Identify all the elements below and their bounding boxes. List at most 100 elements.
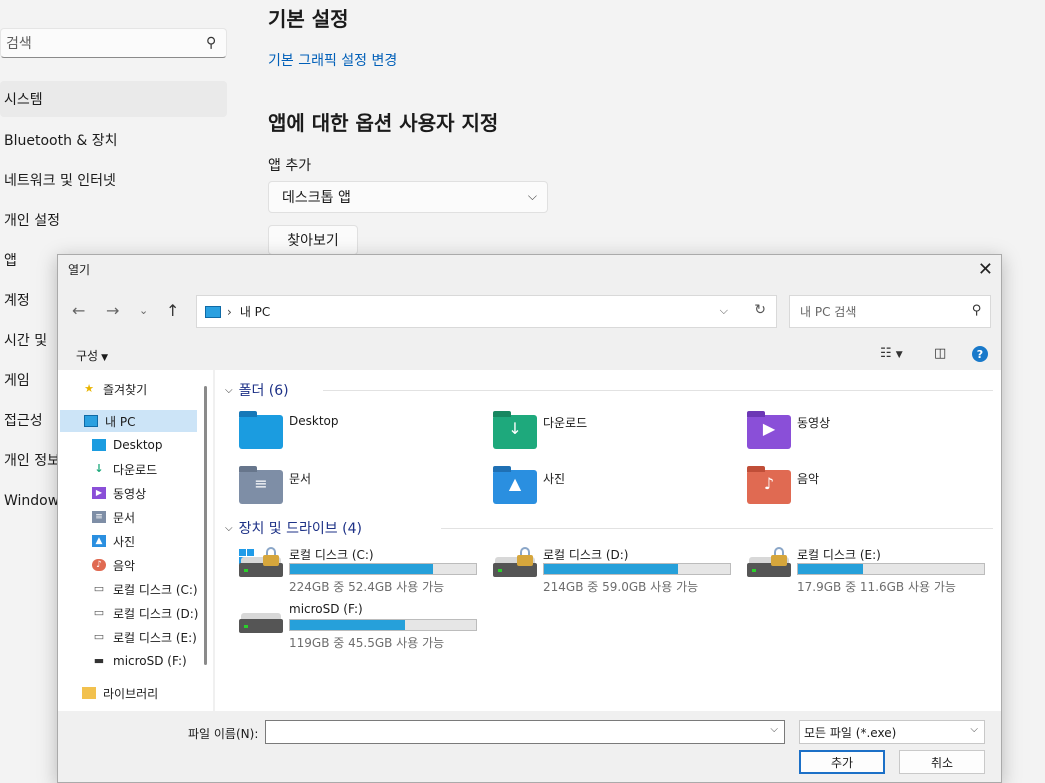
drive-icon: ▭ — [93, 606, 105, 619]
tree-scrollbar[interactable] — [204, 386, 207, 665]
tree-label: 문서 — [113, 510, 136, 525]
app-type-value: 데스크톱 앱 — [282, 190, 351, 206]
caret-down-icon: ▼ — [101, 353, 109, 363]
dialog-search-input[interactable]: 내 PC 검색 ⚲ — [789, 295, 991, 328]
tree-item-documents[interactable]: ≡ 문서 — [92, 506, 135, 528]
tree-item-libraries[interactable]: 라이브러리 — [82, 682, 158, 704]
desktop-folder-icon — [92, 439, 106, 451]
drive-space-text: 224GB 중 52.4GB 사용 가능 — [289, 580, 445, 594]
drive-icon: ▭ — [93, 630, 105, 643]
nav-item-personalization[interactable]: 개인 설정 — [0, 202, 227, 238]
nav-item-network[interactable]: 네트워크 및 인터넷 — [0, 162, 227, 198]
folder-name: 동영상 — [797, 416, 831, 430]
tree-item-desktop[interactable]: Desktop — [92, 434, 163, 456]
add-button[interactable]: 추가 — [799, 750, 885, 774]
organize-button[interactable]: 구성 ▼ — [76, 347, 108, 364]
navigation-pane: ★ 즐겨찾기 내 PC Desktop ↓ 다운로드 ▶ 동영상 ≡ 문서 ▲ … — [58, 370, 213, 711]
forward-arrow-icon[interactable]: → — [106, 301, 119, 320]
tree-item-drive-e[interactable]: ▭ 로컬 디스크 (E:) — [92, 626, 197, 648]
tree-item-downloads[interactable]: ↓ 다운로드 — [92, 458, 157, 480]
preview-pane-icon[interactable]: ◫ — [934, 346, 946, 361]
settings-search-placeholder: 검색 — [6, 36, 32, 52]
nav-label: 네트워크 및 인터넷 — [4, 173, 116, 189]
chevron-down-icon: ⌵ — [225, 384, 233, 396]
address-bar[interactable]: › 내 PC ⌵ ↻ — [196, 295, 777, 328]
music-icon: ♪ — [92, 559, 106, 571]
graphics-settings-link[interactable]: 기본 그래픽 설정 변경 — [268, 50, 397, 70]
chevron-down-icon: ⌵ — [970, 724, 978, 735]
tree-label: 동영상 — [113, 486, 147, 501]
open-file-dialog: 열기 ✕ ← → ⌄ ↑ › 내 PC ⌵ ↻ 내 PC 검색 ⚲ 구성 ▼ ☷ … — [57, 254, 1002, 783]
tree-item-drive-d[interactable]: ▭ 로컬 디스크 (D:) — [92, 602, 199, 624]
locked-drive-icon — [747, 547, 791, 581]
drive-usage-fill — [290, 620, 406, 630]
help-icon[interactable]: ? — [972, 346, 988, 362]
search-icon: ⚲ — [205, 35, 216, 51]
drive-usage-bar — [797, 563, 985, 575]
tree-item-quick-access[interactable]: ★ 즐겨찾기 — [82, 378, 147, 400]
settings-search-input[interactable]: 검색 ⚲ — [0, 28, 227, 58]
filename-input[interactable]: ⌵ — [265, 720, 785, 744]
tree-item-pictures[interactable]: ▲ 사진 — [92, 530, 135, 552]
drive-space-text: 17.9GB 중 11.6GB 사용 가능 — [797, 580, 956, 594]
drives-group-header[interactable]: ⌵ 장치 및 드라이브 (4) — [225, 518, 362, 538]
file-type-filter[interactable]: 모든 파일 (*.exe) ⌵ — [799, 720, 985, 744]
breadcrumb-separator-icon: › — [227, 304, 232, 319]
nav-label: Bluetooth & 장치 — [4, 133, 118, 149]
tree-item-music[interactable]: ♪ 음악 — [92, 554, 135, 576]
tree-label: Desktop — [113, 438, 163, 452]
lock-icon — [771, 547, 787, 566]
close-icon[interactable]: ✕ — [978, 259, 993, 280]
folder-name: 문서 — [289, 472, 312, 486]
cancel-button[interactable]: 취소 — [899, 750, 985, 774]
downloads-folder-icon: ↓ — [493, 411, 537, 449]
chevron-down-icon: ⌵ — [225, 522, 233, 534]
refresh-icon[interactable]: ↻ — [754, 302, 766, 318]
tree-label: 내 PC — [105, 414, 136, 429]
view-options-icon[interactable]: ☷ ▼ — [880, 346, 903, 361]
drive-name: 로컬 디스크 (D:) — [543, 548, 629, 562]
browse-button[interactable]: 찾아보기 — [268, 225, 358, 255]
up-arrow-icon[interactable]: ↑ — [166, 301, 179, 320]
chevron-down-icon[interactable]: ⌵ — [720, 304, 728, 318]
sd-card-drive-icon — [239, 603, 283, 637]
tree-item-videos[interactable]: ▶ 동영상 — [92, 482, 146, 504]
sd-card-icon: ▬ — [93, 654, 105, 667]
download-icon: ↓ — [94, 462, 104, 475]
drive-space-text: 119GB 중 45.5GB 사용 가능 — [289, 636, 445, 650]
drive-name: 로컬 디스크 (E:) — [797, 548, 881, 562]
nav-label: 게임 — [4, 373, 30, 389]
tree-item-microsd[interactable]: ▬ microSD (F:) — [92, 650, 187, 672]
nav-item-system[interactable]: 시스템 — [0, 81, 227, 117]
drive-name: 로컬 디스크 (C:) — [289, 548, 374, 562]
tree-label: 로컬 디스크 (C:) — [113, 582, 198, 597]
pc-icon — [205, 305, 221, 318]
tree-item-this-pc[interactable]: 내 PC — [60, 410, 197, 432]
app-type-dropdown[interactable]: 데스크톱 앱 ⌵ — [268, 181, 548, 213]
group-divider — [323, 390, 993, 391]
folder-name: 음악 — [797, 472, 820, 486]
nav-label: 계정 — [4, 293, 30, 309]
folder-name: Desktop — [289, 414, 339, 428]
drive-space-text: 214GB 중 59.0GB 사용 가능 — [543, 580, 699, 594]
locked-drive-icon — [493, 547, 537, 581]
nav-item-bluetooth[interactable]: Bluetooth & 장치 — [0, 122, 227, 158]
dialog-toolbar: 구성 ▼ ☷ ▼ ◫ ? — [58, 338, 1001, 370]
content-pane: ⌵ 폴더 (6) Desktop ↓ 다운로드 ▶ 동영상 ≡ 문서 ▲ 사진 … — [215, 370, 1001, 711]
recent-locations-chevron-icon[interactable]: ⌄ — [139, 304, 148, 317]
drive-usage-bar — [289, 619, 477, 631]
back-arrow-icon[interactable]: ← — [72, 301, 85, 320]
lock-icon — [263, 547, 279, 566]
video-icon: ▶ — [92, 487, 106, 499]
breadcrumb: 내 PC — [239, 305, 271, 319]
organize-label: 구성 — [76, 349, 99, 363]
folders-group-header[interactable]: ⌵ 폴더 (6) — [225, 380, 289, 400]
tree-label: 사진 — [113, 534, 136, 549]
dialog-search-placeholder: 내 PC 검색 — [800, 305, 857, 319]
tree-item-drive-c[interactable]: ▭ 로컬 디스크 (C:) — [92, 578, 198, 600]
chevron-down-icon[interactable]: ⌵ — [770, 724, 778, 735]
nav-label: 시간 및 — [4, 333, 48, 349]
tree-label: 라이브러리 — [103, 686, 159, 701]
nav-label: 개인 설정 — [4, 213, 60, 229]
videos-folder-icon: ▶ — [747, 411, 791, 449]
